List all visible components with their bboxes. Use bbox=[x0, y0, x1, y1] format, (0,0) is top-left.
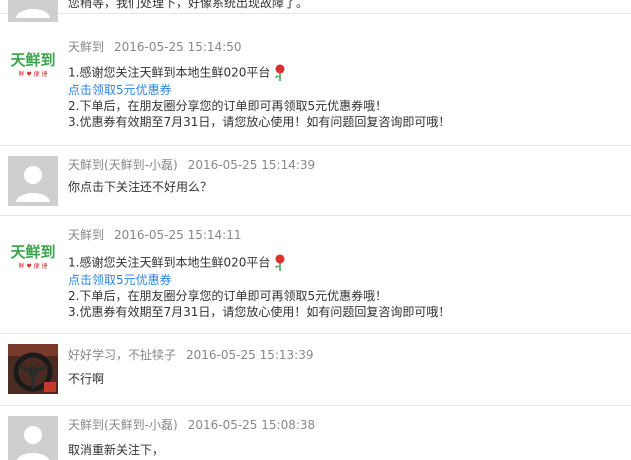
message-body: 1.感谢您关注天鲜到本地生鲜020平台 点击领取5元优惠券 2.下单后，在朋友圈… bbox=[68, 64, 450, 130]
avatar[interactable]: 天鲜到 鲜 ♥ 便 捷 bbox=[8, 36, 58, 86]
message-meta: 天鲜到 2016-05-25 15:14:50 bbox=[68, 38, 241, 55]
message-line: 1.感谢您关注天鲜到本地生鲜020平台 bbox=[68, 64, 450, 82]
default-avatar-icon bbox=[8, 156, 58, 206]
message-text: 您稍等，我们处理下，好像系统出现故障了。 bbox=[68, 0, 309, 10]
rose-icon bbox=[275, 254, 285, 271]
message-meta: 好好学习，不扯犊子 2016-05-25 15:13:39 bbox=[68, 346, 313, 363]
message-item: 天鲜到 鲜 ♥ 便 捷 天鲜到 2016-05-25 15:14:11 1.感谢您… bbox=[0, 216, 631, 334]
sender-name[interactable]: 天鲜到 bbox=[68, 40, 104, 54]
message-item: 您稍等，我们处理下，好像系统出现故障了。 bbox=[0, 0, 631, 22]
sender-name[interactable]: 好好学习，不扯犊子 bbox=[68, 348, 176, 362]
message-line: 1.感谢您关注天鲜到本地生鲜020平台 bbox=[68, 254, 450, 272]
timestamp: 2016-05-25 15:13:39 bbox=[186, 348, 314, 362]
coupon-link[interactable]: 点击领取5元优惠券 bbox=[68, 272, 450, 288]
message-text: 你点击下关注还不好用么？ bbox=[68, 180, 213, 194]
tianxiandao-logo-icon: 天鲜到 鲜 ♥ 便 捷 bbox=[8, 228, 58, 278]
avatar[interactable]: 天鲜到 鲜 ♥ 便 捷 bbox=[8, 228, 58, 278]
message-line: 3.优惠券有效期至7月31日，请您放心使用！如有问题回复咨询即可哦！ bbox=[68, 305, 451, 319]
message-meta: 天鲜到(天鲜到-小磊) 2016-05-25 15:08:38 bbox=[68, 416, 315, 433]
message-item: 天鲜到(天鲜到-小磊) 2016-05-25 15:14:39 你点击下关注还不好… bbox=[0, 146, 631, 216]
message-item: 好好学习，不扯犊子 2016-05-25 15:13:39 不行啊 bbox=[0, 334, 631, 406]
avatar[interactable] bbox=[8, 416, 58, 460]
message-line: 2.下单后，在朋友圈分享您的订单即可再领取5元优惠券哦！ bbox=[68, 289, 388, 303]
steering-wheel-photo-icon bbox=[8, 344, 58, 394]
avatar[interactable] bbox=[8, 156, 58, 206]
logo-text: 天鲜到 bbox=[10, 243, 55, 261]
timestamp: 2016-05-25 15:14:39 bbox=[187, 158, 316, 172]
rose-icon bbox=[275, 64, 285, 81]
message-feed: 您稍等，我们处理下，好像系统出现故障了。 天鲜到 鲜 ♥ 便 捷 天鲜到 2016… bbox=[0, 0, 631, 460]
sender-name[interactable]: 天鲜到(天鲜到-小磊) bbox=[68, 418, 178, 432]
message-item: 天鲜到(天鲜到-小磊) 2016-05-25 15:08:38 取消重新关注下， bbox=[0, 406, 631, 460]
message-text: 取消重新关注下， bbox=[68, 443, 165, 457]
logo-subtext: 鲜 ♥ 便 捷 bbox=[18, 262, 47, 270]
default-avatar-icon bbox=[8, 416, 58, 460]
message-body: 1.感谢您关注天鲜到本地生鲜020平台 点击领取5元优惠券 2.下单后，在朋友圈… bbox=[68, 254, 450, 320]
sender-name[interactable]: 天鲜到(天鲜到-小磊) bbox=[68, 158, 178, 172]
coupon-link[interactable]: 点击领取5元优惠券 bbox=[68, 82, 450, 98]
sender-name[interactable]: 天鲜到 bbox=[68, 228, 104, 242]
message-meta: 天鲜到 2016-05-25 15:14:11 bbox=[68, 226, 241, 243]
timestamp: 2016-05-25 15:08:38 bbox=[187, 418, 316, 432]
avatar[interactable] bbox=[8, 344, 58, 394]
message-meta: 天鲜到(天鲜到-小磊) 2016-05-25 15:14:39 bbox=[68, 156, 315, 173]
timestamp: 2016-05-25 15:14:50 bbox=[114, 40, 242, 54]
timestamp: 2016-05-25 15:14:11 bbox=[114, 228, 242, 242]
tianxiandao-logo-icon: 天鲜到 鲜 ♥ 便 捷 bbox=[8, 36, 58, 86]
message-line: 3.优惠券有效期至7月31日，请您放心使用！如有问题回复咨询即可哦！ bbox=[68, 115, 451, 129]
logo-subtext: 鲜 ♥ 便 捷 bbox=[18, 70, 47, 78]
message-line: 2.下单后，在朋友圈分享您的订单即可再领取5元优惠券哦！ bbox=[68, 99, 388, 113]
message-item: 天鲜到 鲜 ♥ 便 捷 天鲜到 2016-05-25 15:14:50 1.感谢您… bbox=[0, 14, 631, 146]
logo-text: 天鲜到 bbox=[10, 51, 55, 69]
message-text: 不行啊 bbox=[68, 372, 105, 386]
